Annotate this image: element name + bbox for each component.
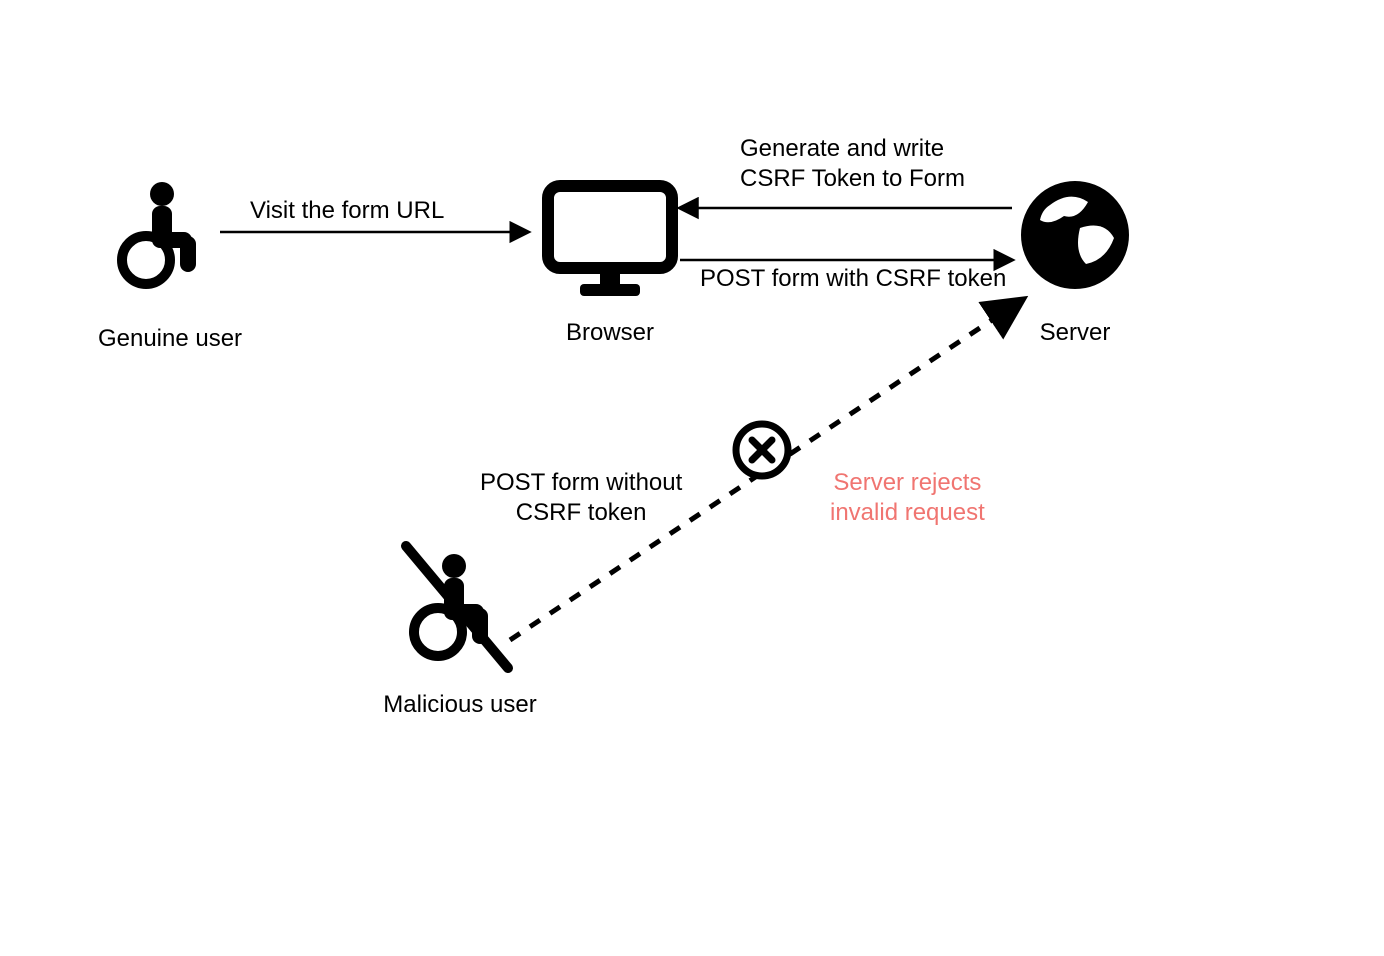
server-label: Server [1000, 318, 1150, 348]
diagram-canvas [0, 0, 1384, 956]
genuine-user-label: Genuine user [70, 324, 270, 354]
edge-label-visit-form: Visit the form URL [250, 196, 444, 226]
server-icon [1020, 180, 1130, 295]
edge-label-generate-csrf: Generate and write CSRF Token to Form [740, 134, 965, 194]
edge-label-post-without-csrf: POST form without CSRF token [480, 468, 682, 528]
csrf-diagram: Genuine user Browser Server [0, 0, 1384, 956]
genuine-user-icon [110, 180, 210, 295]
malicious-user-label: Malicious user [350, 690, 570, 720]
edge-label-reject: Server rejects invalid request [830, 468, 985, 528]
reject-icon [730, 418, 794, 487]
browser-icon [540, 180, 680, 305]
edge-label-post-with-csrf: POST form with CSRF token [700, 264, 1006, 294]
browser-label: Browser [520, 318, 700, 348]
malicious-user-icon [390, 540, 520, 685]
